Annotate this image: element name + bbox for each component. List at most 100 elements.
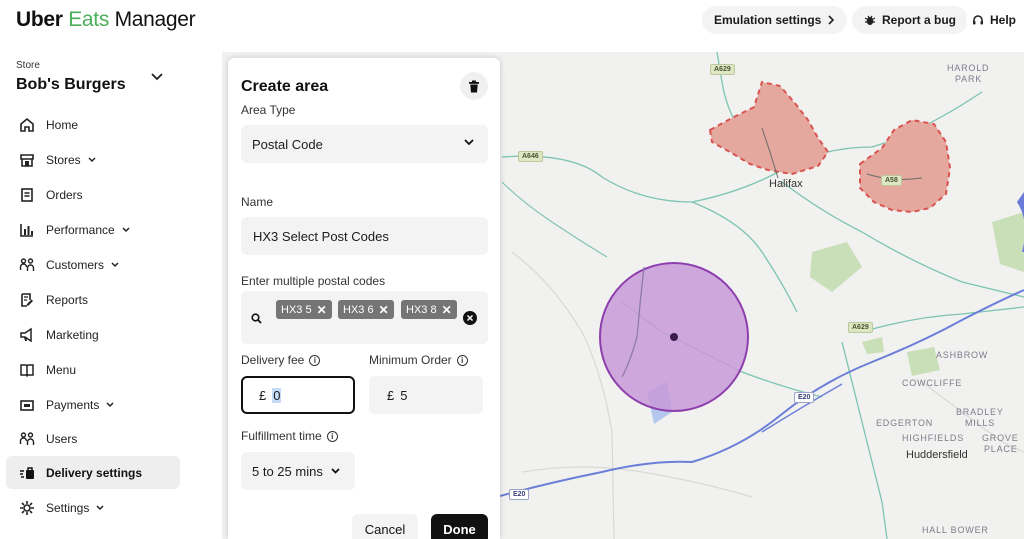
sidebar-item-settings[interactable]: Settings: [6, 491, 180, 524]
chevron-right-icon: [828, 15, 835, 25]
remove-chip-icon[interactable]: ✕: [379, 303, 389, 317]
map-city-label: Halifax: [769, 178, 803, 190]
map-place-label: PARK: [955, 74, 983, 84]
map-place-label: HALL BOWER: [922, 525, 989, 535]
help-label: Help: [990, 13, 1017, 27]
chevron-down-icon: [122, 226, 130, 233]
postal-code-value: HX3 8: [406, 303, 437, 316]
motorway-line: [499, 289, 1024, 497]
sidebar-item-label: Payments: [46, 397, 100, 412]
sidebar-item-menu[interactable]: Menu: [6, 353, 180, 386]
road-number-badge: E20: [509, 489, 530, 500]
map-place-label: MILLS: [965, 418, 996, 428]
sidebar-item-label: Orders: [46, 187, 83, 202]
area-type-select[interactable]: Postal Code: [241, 125, 488, 163]
search-icon: [251, 313, 262, 324]
map-place-label: PLACE: [984, 444, 1018, 454]
help-button[interactable]: Help: [966, 6, 1023, 34]
store-chevron-down-icon[interactable]: [151, 73, 163, 81]
sidebar-item-label: Performance: [46, 222, 115, 237]
minimum-order-value: 5: [400, 387, 408, 403]
park-area: [810, 242, 862, 292]
sidebar-item-marketing[interactable]: Marketing: [6, 318, 180, 351]
sidebar-item-customers[interactable]: Customers: [6, 248, 180, 281]
uber-eats-manager-logo[interactable]: Uber Eats Manager: [16, 8, 196, 32]
logo-part-uber: Uber: [16, 8, 63, 31]
sidebar-item-reports[interactable]: Reports: [6, 283, 180, 316]
minimum-order-label-text: Minimum Order: [369, 353, 452, 367]
sidebar-item-users[interactable]: Users: [6, 422, 180, 455]
chevron-down-icon: [331, 468, 340, 474]
name-label: Name: [241, 195, 274, 209]
report-bug-label: Report a bug: [882, 13, 956, 27]
report-bug-button[interactable]: Report a bug: [852, 6, 968, 34]
store-label: Store: [16, 60, 40, 71]
map-place-label: GROVE: [982, 433, 1019, 443]
fulfillment-time-value: 5 to 25 mins: [252, 463, 323, 479]
sidebar-item-label: Users: [46, 431, 78, 446]
postal-area-polygon[interactable]: [708, 80, 830, 176]
delete-area-button[interactable]: [460, 72, 488, 100]
sidebar-item-performance[interactable]: Performance: [6, 213, 180, 246]
sidebar-item-label: Marketing: [46, 327, 99, 342]
sidebar-item-label: Customers: [46, 257, 105, 272]
fulfillment-time-label-text: Fulfillment time: [241, 429, 322, 443]
currency-symbol: £: [387, 387, 395, 403]
logo-part-manager: Manager: [114, 8, 196, 31]
sidebar-item-payments[interactable]: Payments: [6, 388, 180, 421]
postal-code-chip[interactable]: HX3 5 ✕: [276, 300, 332, 319]
map-place-label: COWCLIFFE: [902, 378, 963, 388]
sidebar-item-label: Reports: [46, 292, 89, 307]
info-icon[interactable]: i: [309, 354, 321, 366]
area-type-value: Postal Code: [252, 137, 323, 152]
sidebar-item-label: Delivery settings: [46, 465, 143, 480]
chevron-down-icon: [88, 156, 96, 163]
road-number-badge: A58: [881, 175, 902, 186]
postal-codes-input[interactable]: HX3 5 ✕ HX3 6 ✕ HX3 8 ✕: [241, 291, 488, 344]
cancel-button[interactable]: Cancel: [352, 514, 418, 539]
area-type-label: Area Type: [241, 103, 296, 117]
store-name[interactable]: Bob's Burgers: [16, 76, 126, 94]
road-number-badge: E20: [794, 392, 815, 403]
road-number-badge: A646: [518, 151, 543, 162]
info-icon[interactable]: i: [326, 430, 338, 442]
remove-chip-icon[interactable]: ✕: [317, 303, 327, 317]
road-number-badge: A629: [848, 322, 873, 333]
road-line: [501, 181, 608, 258]
chevron-down-icon: [106, 401, 114, 408]
panel-title: Create area: [241, 78, 329, 95]
postal-area-polygon[interactable]: [859, 118, 952, 214]
sidebar-item-stores[interactable]: Stores: [6, 143, 180, 176]
postal-code-chip[interactable]: HX3 8 ✕: [401, 300, 457, 319]
currency-symbol: £: [259, 387, 267, 403]
delivery-fee-value: 0: [272, 387, 282, 403]
sidebar-item-delivery-settings[interactable]: Delivery settings: [6, 456, 180, 489]
area-name-input[interactable]: HX3 Select Post Codes: [241, 217, 488, 255]
map-place-label: ASHBROW: [936, 350, 989, 360]
bug-icon: [864, 15, 876, 25]
bar-chart-icon: [16, 219, 38, 241]
map-place-label: EDGERTON: [876, 418, 934, 428]
clear-all-icon[interactable]: [463, 311, 477, 325]
chevron-down-icon: [464, 139, 474, 146]
remove-chip-icon[interactable]: ✕: [442, 303, 452, 317]
top-bar: Uber Eats Manager Emulation settings Rep…: [0, 0, 1024, 48]
emulation-settings-button[interactable]: Emulation settings: [702, 6, 848, 34]
delivery-fee-input[interactable]: £ 0: [241, 376, 355, 414]
minimum-order-label: Minimum Order i: [369, 353, 468, 367]
postal-code-value: HX3 6: [343, 303, 374, 316]
postal-code-chip[interactable]: HX3 6 ✕: [338, 300, 394, 319]
fulfillment-time-select[interactable]: 5 to 25 mins: [241, 452, 355, 490]
info-icon[interactable]: i: [456, 354, 468, 366]
sidebar-item-orders[interactable]: Orders: [6, 178, 180, 211]
home-icon: [16, 114, 38, 136]
sidebar-item-home[interactable]: Home: [6, 108, 180, 141]
minimum-order-input[interactable]: £ 5: [369, 376, 483, 414]
done-button[interactable]: Done: [431, 514, 488, 539]
park-area: [862, 337, 884, 354]
sidebar: Store Bob's Burgers Home Stores Orders P…: [0, 48, 222, 539]
road-line: [861, 306, 1024, 333]
store-location-pin-icon[interactable]: [670, 333, 678, 341]
create-area-panel: Create area Area Type Postal Code Name H…: [228, 58, 500, 539]
payments-icon: [16, 394, 38, 416]
